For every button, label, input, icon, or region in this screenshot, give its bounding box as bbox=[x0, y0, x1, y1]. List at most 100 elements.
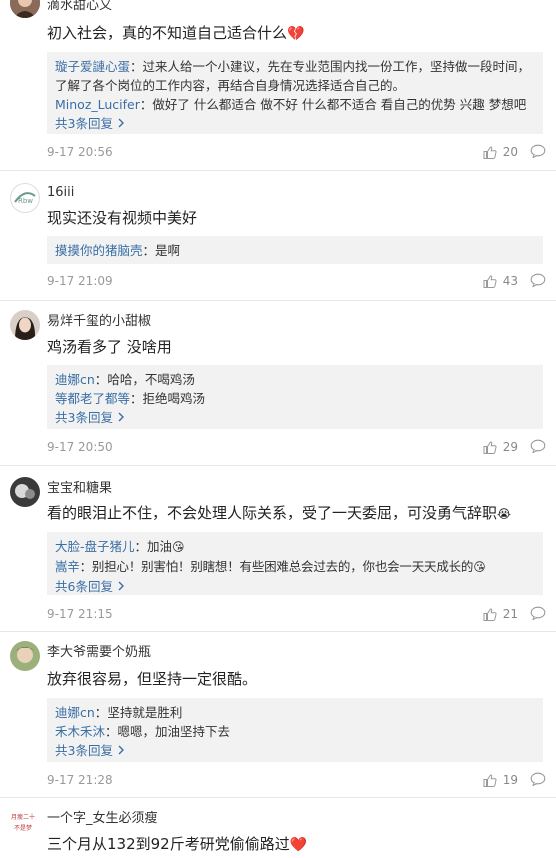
avatar-image bbox=[10, 477, 40, 507]
thumb-up-icon bbox=[483, 440, 497, 454]
avatar[interactable]: 月瘦二十 不是梦 bbox=[10, 807, 40, 837]
reply-text: 别担心！别害怕！别瞎想！有些困难总会过去的，你也会一天天成长的 bbox=[91, 559, 474, 574]
comment-username[interactable]: 16iii bbox=[47, 185, 74, 201]
comment-time: 9-17 20:56 bbox=[47, 145, 113, 159]
avatar-image bbox=[10, 0, 40, 18]
reply-item[interactable]: 等都老了都等：拒绝喝鸡汤 bbox=[55, 389, 535, 408]
thumb-up-icon bbox=[483, 274, 497, 288]
comment-meta: 9-17 21:09 43 bbox=[47, 273, 546, 288]
like-count: 20 bbox=[502, 145, 518, 159]
comment-username[interactable]: 易烊千玺的小甜椒 bbox=[47, 314, 151, 330]
comment-text-body: 放弃很容易，但坚持一定很酷。 bbox=[47, 670, 258, 688]
reply-username[interactable]: 等都老了都等 bbox=[55, 391, 130, 406]
avatar-text-image: 月瘦二十 不是梦 bbox=[11, 813, 35, 832]
reply-separator: ： bbox=[79, 559, 93, 574]
reply-username[interactable]: 迪娜cn bbox=[55, 705, 95, 720]
reply-username[interactable]: 嵩辛 bbox=[55, 559, 80, 574]
avatar[interactable] bbox=[10, 0, 40, 18]
reply-text: 是啊 bbox=[155, 243, 181, 258]
reply-item[interactable]: 迪娜cn：哈哈，不喝鸡汤 bbox=[55, 370, 535, 389]
svg-text:Rbw: Rbw bbox=[18, 197, 33, 205]
like-count: 43 bbox=[502, 274, 518, 288]
broken-heart-emoji: 💔 bbox=[287, 26, 305, 42]
comment-text: 初入社会，真的不知道自己适合什么💔 bbox=[47, 23, 542, 44]
like-button[interactable]: 43 bbox=[483, 274, 518, 288]
comment-bubble-icon[interactable] bbox=[530, 606, 546, 620]
comment-username[interactable]: 李大爷需要个奶瓶 bbox=[47, 645, 151, 661]
reply-separator: ： bbox=[139, 97, 153, 112]
reply-box[interactable]: 迪娜cn：坚持就是胜利 禾木禾沐：嗯嗯，加油坚持下去 共3条回复 bbox=[47, 698, 543, 762]
comment-time: 9-17 21:28 bbox=[47, 773, 113, 787]
reply-username[interactable]: 大脸-盘子猪儿 bbox=[55, 539, 135, 554]
comment-text-body: 现实还没有视频中美好 bbox=[47, 209, 198, 227]
reply-separator: ： bbox=[142, 243, 156, 258]
like-button[interactable]: 29 bbox=[483, 440, 518, 454]
comment-text: 看的眼泪止不住，不会处理人际关系，受了一天委屈，可没勇气辞职😭 bbox=[47, 503, 542, 524]
more-replies-link[interactable]: 共3条回复 bbox=[55, 408, 535, 427]
reply-item[interactable]: Minoz_Lucifer：做好了 什么都适合 做不好 什么都不适合 看自己的优… bbox=[55, 95, 535, 114]
reply-username[interactable]: 禾木禾沐 bbox=[55, 724, 105, 739]
reply-username[interactable]: 摸摸你的猪脑壳 bbox=[55, 243, 143, 258]
avatar-image bbox=[10, 641, 40, 671]
comment-bubble-icon[interactable] bbox=[530, 273, 546, 287]
avatar[interactable]: Rbw bbox=[10, 183, 40, 213]
comment-text-body: 初入社会，真的不知道自己适合什么 bbox=[47, 24, 288, 42]
reply-username[interactable]: 迪娜cn bbox=[55, 372, 95, 387]
like-button[interactable]: 21 bbox=[483, 607, 518, 621]
comment-meta: 9-17 21:28 19 bbox=[47, 772, 546, 787]
comment-meta: 9-17 21:15 21 bbox=[47, 606, 546, 621]
reply-separator: ： bbox=[134, 539, 148, 554]
avatar[interactable] bbox=[10, 310, 40, 340]
comment-username[interactable]: 滴水甜心又 bbox=[47, 0, 112, 14]
comment-text-body: 鸡汤看多了 没啥用 bbox=[47, 338, 172, 356]
like-count: 21 bbox=[502, 607, 518, 621]
reply-text: 哈哈，不喝鸡汤 bbox=[107, 372, 195, 387]
comment-time: 9-17 21:09 bbox=[47, 274, 113, 288]
comment-item: 李大爷需要个奶瓶 放弃很容易，但坚持一定很酷。 迪娜cn：坚持就是胜利 禾木禾沐… bbox=[0, 631, 556, 796]
reply-separator: ： bbox=[94, 705, 108, 720]
more-replies-label: 共3条回复 bbox=[55, 116, 113, 131]
reply-item[interactable]: 大脸-盘子猪儿：加油😘 bbox=[55, 537, 535, 557]
more-replies-link[interactable]: 共3条回复 bbox=[55, 741, 535, 760]
reply-item[interactable]: 摸摸你的猪脑壳：是啊 bbox=[55, 241, 535, 260]
reply-username[interactable]: 璇子爱謰心蛋 bbox=[55, 59, 130, 74]
reply-box[interactable]: 迪娜cn：哈哈，不喝鸡汤 等都老了都等：拒绝喝鸡汤 共3条回复 bbox=[47, 365, 543, 429]
reply-separator: ： bbox=[94, 372, 108, 387]
comment-text: 鸡汤看多了 没啥用 bbox=[47, 337, 542, 357]
more-replies-link[interactable]: 共6条回复 bbox=[55, 577, 535, 596]
avatar[interactable] bbox=[10, 641, 40, 671]
comment-text: 放弃很容易，但坚持一定很酷。 bbox=[47, 669, 542, 689]
like-count: 19 bbox=[502, 773, 518, 787]
reply-separator: ： bbox=[130, 59, 143, 74]
like-button[interactable]: 19 bbox=[483, 773, 518, 787]
avatar-text-line: 不是梦 bbox=[14, 824, 32, 832]
reply-box[interactable]: 摸摸你的猪脑壳：是啊 bbox=[47, 236, 543, 264]
like-button[interactable]: 20 bbox=[483, 145, 518, 159]
avatar[interactable] bbox=[10, 477, 40, 507]
reply-separator: ： bbox=[105, 724, 118, 739]
reply-box[interactable]: 璇子爱謰心蛋：过来人给一个小建议，先在专业范围内找一份工作，坚持做一段时间，了解… bbox=[47, 52, 543, 134]
comment-username[interactable]: 一个字_女生必须瘦 bbox=[47, 811, 158, 827]
reply-item[interactable]: 迪娜cn：坚持就是胜利 bbox=[55, 703, 535, 722]
avatar-image bbox=[10, 310, 40, 340]
avatar-image: Rbw bbox=[14, 192, 36, 205]
comment-username[interactable]: 宝宝和糖果 bbox=[47, 481, 112, 497]
reply-text: 坚持就是胜利 bbox=[107, 705, 183, 720]
crying-emoji: 😭 bbox=[497, 507, 512, 521]
like-count: 29 bbox=[502, 440, 518, 454]
thumb-up-icon bbox=[483, 607, 497, 621]
reply-separator: ： bbox=[130, 391, 143, 406]
reply-item[interactable]: 禾木禾沐：嗯嗯，加油坚持下去 bbox=[55, 722, 535, 741]
reply-box[interactable]: 大脸-盘子猪儿：加油😘 嵩辛：别担心！别害怕！别瞎想！有些困难总会过去的，你也会… bbox=[47, 532, 543, 595]
heart-emoji: ❤️ bbox=[289, 837, 308, 853]
reply-item[interactable]: 璇子爱謰心蛋：过来人给一个小建议，先在专业范围内找一份工作，坚持做一段时间，了解… bbox=[55, 57, 535, 95]
comment-bubble-icon[interactable] bbox=[530, 772, 546, 786]
reply-text: 嗯嗯，加油坚持下去 bbox=[117, 724, 231, 739]
comment-bubble-icon[interactable] bbox=[530, 439, 546, 453]
chevron-right-icon bbox=[118, 745, 124, 755]
reply-text: 做好了 什么都适合 做不好 什么都不适合 看自己的优势 兴趣 梦想吧 bbox=[152, 97, 527, 112]
comment-bubble-icon[interactable] bbox=[530, 144, 546, 158]
reply-item[interactable]: 嵩辛：别担心！别害怕！别瞎想！有些困难总会过去的，你也会一天天成长的😘 bbox=[55, 557, 535, 577]
more-replies-link[interactable]: 共3条回复 bbox=[55, 114, 535, 133]
reply-username[interactable]: Minoz_Lucifer bbox=[55, 97, 140, 112]
